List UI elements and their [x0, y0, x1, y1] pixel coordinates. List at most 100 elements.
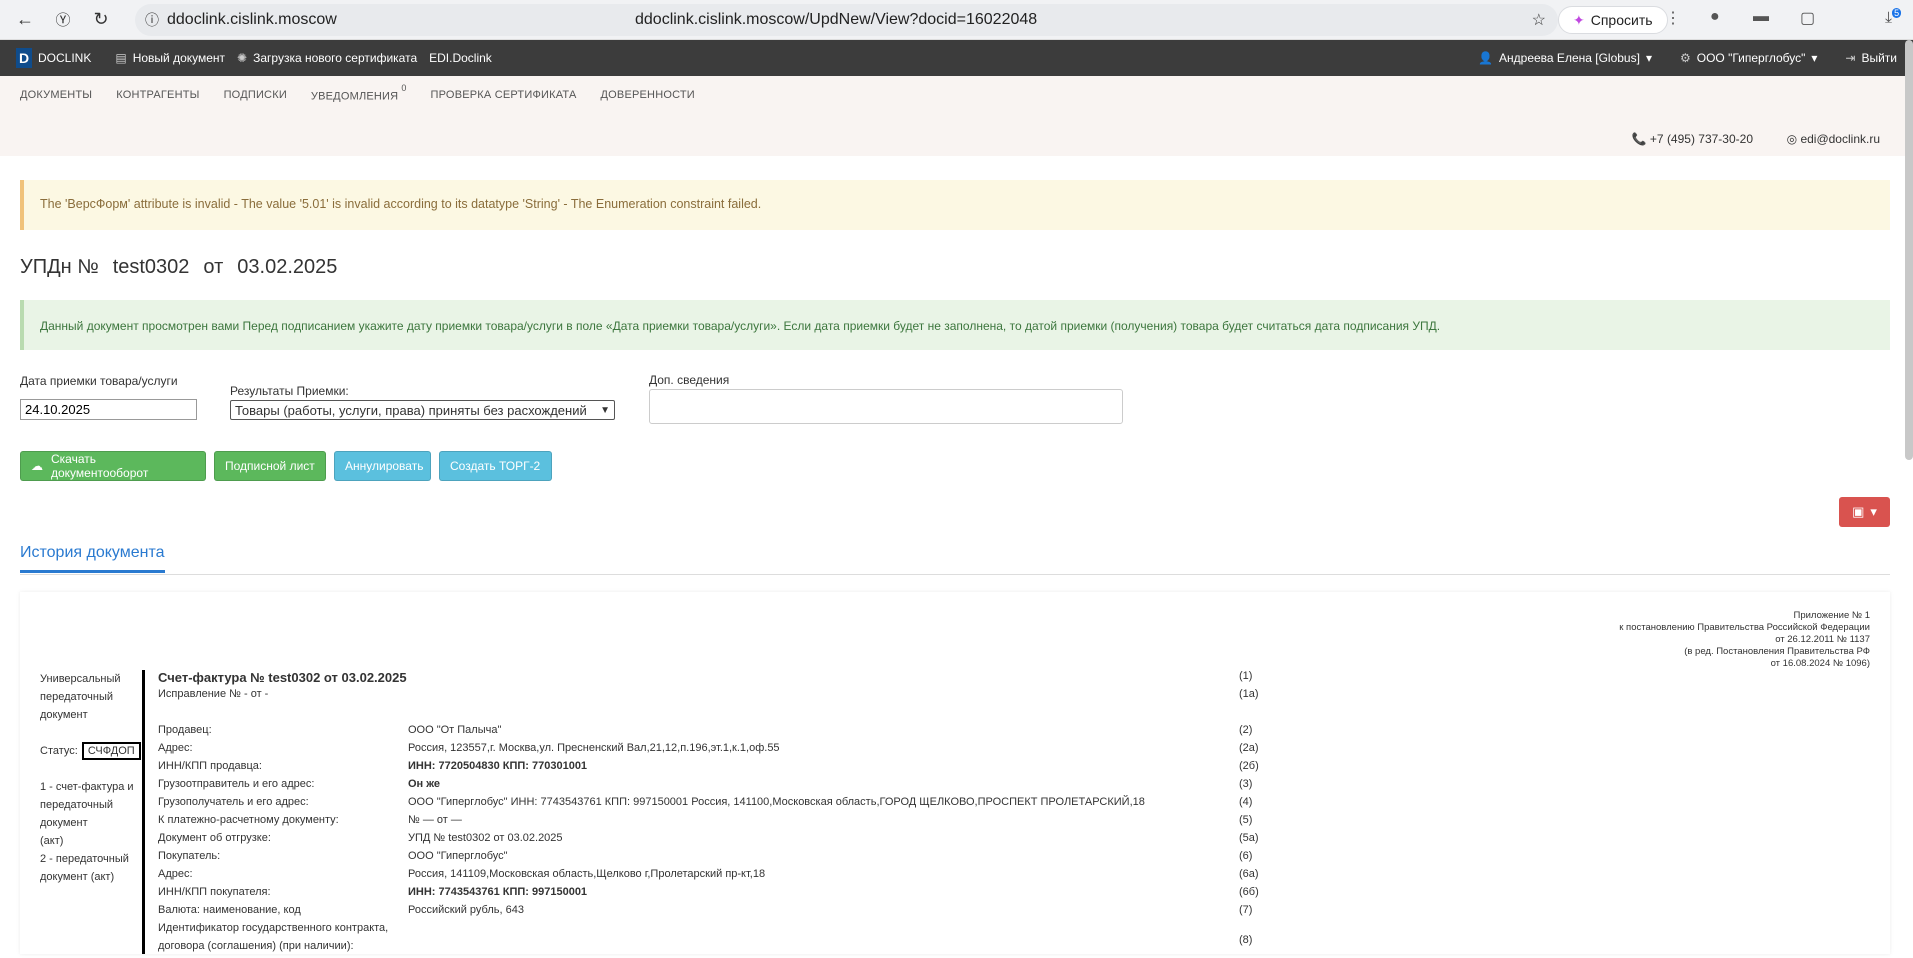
- tab-contractors[interactable]: КОНТРАГЕНТЫ: [116, 89, 199, 101]
- document-icon: ▤: [115, 51, 127, 65]
- field-value: УПД № test0302 от 03.02.2025: [408, 832, 563, 844]
- caret-down-icon: ▾: [1645, 51, 1652, 65]
- contacts-bar: 📞 +7 (495) 737-30-20 ◎ edi@doclink.ru: [0, 114, 1913, 156]
- left-text: передаточный: [40, 691, 114, 703]
- download-docflow-label: Скачать документооборот: [51, 452, 149, 480]
- extension-icon-2[interactable]: ▬: [1753, 8, 1769, 26]
- appendix-line: к постановлению Правительства Российской…: [1619, 622, 1870, 633]
- left-text: передаточный: [40, 799, 114, 811]
- tab-documents[interactable]: ДОКУМЕНТЫ: [20, 89, 92, 101]
- cloud-download-icon: ☁: [31, 459, 43, 473]
- validation-warning: The 'ВерсФорм' attribute is invalid - Th…: [20, 180, 1890, 230]
- address-url: ddoclink.cislink.moscow/UpdNew/View?doci…: [635, 11, 1038, 28]
- field-number: (2а): [1239, 742, 1259, 754]
- tab-notifications[interactable]: УВЕДОМЛЕНИЯ0: [310, 83, 407, 103]
- field-value: Россия, 141109,Московская область,Щелков…: [408, 868, 766, 880]
- user-menu[interactable]: 👤 Андреева Елена [Globus] ▾: [1478, 51, 1652, 65]
- left-text: документ: [40, 709, 88, 721]
- field-label: ИНН/КПП покупателя:: [158, 886, 271, 898]
- tab-powers-of-attorney[interactable]: ДОВЕРЕННОСТИ: [601, 89, 695, 101]
- acceptance-result-label: Результаты Приемки:: [230, 384, 349, 398]
- field-value: ИНН: 7743543761 КПП: 997150001: [408, 886, 588, 898]
- email-contact[interactable]: ◎ edi@doclink.ru: [1787, 132, 1880, 146]
- phone-label: +7 (495) 737-30-20: [1649, 132, 1753, 146]
- download-docflow-button[interactable]: ☁ Скачать документооборот: [20, 451, 206, 481]
- phone-contact[interactable]: 📞 +7 (495) 737-30-20: [1632, 132, 1753, 146]
- field-label: Адрес:: [158, 868, 193, 880]
- appendix-line: от 16.08.2024 № 1096): [1770, 658, 1870, 669]
- tab-check-certificate[interactable]: ПРОВЕРКА СЕРТИФИКАТА: [431, 89, 577, 101]
- left-text: (акт): [40, 835, 64, 847]
- reload-icon[interactable]: ↻: [86, 5, 116, 35]
- create-torg2-button[interactable]: Создать ТОРГ-2: [439, 451, 552, 481]
- pdf-export-button[interactable]: ▣ ▾: [1839, 497, 1890, 527]
- field-value: ООО "От Палыча": [408, 724, 502, 736]
- appendix-line: (в ред. Постановления Правительства РФ: [1684, 646, 1870, 657]
- field-value: ООО "Гиперглобус" ИНН: 7743543761 КПП: 9…: [408, 796, 1145, 808]
- yandex-icon[interactable]: Ⓨ: [48, 5, 78, 35]
- edi-link[interactable]: EDI.Doclink: [429, 51, 492, 65]
- phone-icon: 📞: [1631, 132, 1647, 146]
- brand[interactable]: D DOCLINK: [16, 48, 91, 68]
- address-bar[interactable]: ⓘ ddoclink.cislink.moscow ddoclink.cisli…: [135, 4, 1558, 36]
- doc-date: 03.02.2025: [237, 256, 338, 278]
- logout-label: Выйти: [1861, 51, 1897, 65]
- appendix-note: Приложение № 1 к постановлению Правитель…: [1619, 610, 1870, 670]
- tab-notifications-label: УВЕДОМЛЕНИЯ: [310, 90, 399, 103]
- main-nav: ДОКУМЕНТЫ КОНТРАГЕНТЫ ПОДПИСКИ УВЕДОМЛЕН…: [0, 76, 1913, 114]
- field-label: К платежно-расчетному документу:: [158, 814, 339, 826]
- tab-subscriptions[interactable]: ПОДПИСКИ: [224, 89, 287, 101]
- org-menu[interactable]: ⚙ ООО "Гиперглобус" ▾: [1680, 51, 1817, 65]
- status-row: Статус: СЧФДОП: [40, 742, 141, 760]
- extra-info-textarea[interactable]: [649, 389, 1123, 424]
- signature-sheet-button[interactable]: Подписной лист: [214, 451, 326, 481]
- field-value: ИНН: 7720504830 КПП: 770301001: [408, 760, 588, 772]
- field-number: (6б): [1239, 886, 1259, 898]
- user-label: Андреева Елена [Globus]: [1499, 51, 1640, 65]
- acceptance-date-label: Дата приемки товара/услуги: [20, 374, 178, 388]
- upload-certificate-label: Загрузка нового сертификата: [253, 51, 418, 65]
- acceptance-result-select[interactable]: Товары (работы, услуги, права) приняты б…: [230, 400, 615, 420]
- doclink-logo-icon: D: [16, 48, 32, 68]
- new-document-link[interactable]: ▤ Новый документ: [115, 51, 225, 65]
- upload-certificate-link[interactable]: ✺ Загрузка нового сертификата: [237, 51, 417, 65]
- certificate-icon: ✺: [237, 51, 248, 65]
- left-text: 2 - передаточный: [40, 853, 129, 865]
- new-document-label: Новый документ: [132, 51, 226, 65]
- field-label: Продавец:: [158, 724, 212, 736]
- collections-icon[interactable]: ▢: [1800, 8, 1815, 28]
- gov-contract-label: Идентификатор государственного контракта…: [158, 922, 389, 934]
- left-text: Универсальный: [40, 673, 121, 685]
- logout-link[interactable]: ⇥ Выйти: [1845, 51, 1897, 65]
- downloads-icon[interactable]: ⤓ 5: [1885, 8, 1902, 27]
- status-badge: СЧФДОП: [81, 742, 141, 760]
- bookmark-icon[interactable]: ☆: [1532, 10, 1546, 30]
- field-number: (2): [1239, 724, 1253, 736]
- app-header: D DOCLINK ▤ Новый документ ✺ Загрузка новог…: [0, 40, 1913, 76]
- site-info-icon[interactable]: ⓘ: [145, 10, 159, 30]
- annul-button[interactable]: Аннулировать: [334, 451, 431, 481]
- field-number: (3): [1239, 778, 1253, 790]
- email-icon: ◎: [1786, 132, 1798, 146]
- extension-icon[interactable]: ●: [1710, 8, 1720, 26]
- status-label: Статус:: [40, 745, 78, 757]
- ask-button[interactable]: ✦ Спросить: [1558, 6, 1668, 34]
- downloads-badge: 5: [1892, 8, 1902, 18]
- field-label: ИНН/КПП продавца:: [158, 760, 262, 772]
- field-number: (4): [1239, 796, 1253, 808]
- email-label: edi@doclink.ru: [1800, 132, 1880, 146]
- field-number: (8): [1239, 934, 1253, 946]
- left-text: документ: [40, 817, 88, 829]
- field-value: № — от —: [408, 814, 462, 826]
- more-icon[interactable]: ⋮: [1665, 8, 1681, 28]
- org-label: ООО "Гиперглобус": [1696, 51, 1806, 65]
- back-icon[interactable]: ←: [10, 5, 40, 35]
- appendix-line: Приложение № 1: [1793, 610, 1870, 621]
- acceptance-date-input[interactable]: [20, 399, 197, 420]
- page-scrollbar[interactable]: [1905, 40, 1913, 460]
- tab-document-history[interactable]: История документа: [20, 544, 165, 573]
- acceptance-result-value: Товары (работы, услуги, права) приняты б…: [235, 402, 587, 418]
- field-number: (6а): [1239, 868, 1259, 880]
- doc-from: от: [203, 256, 224, 278]
- field-label: Адрес:: [158, 742, 193, 754]
